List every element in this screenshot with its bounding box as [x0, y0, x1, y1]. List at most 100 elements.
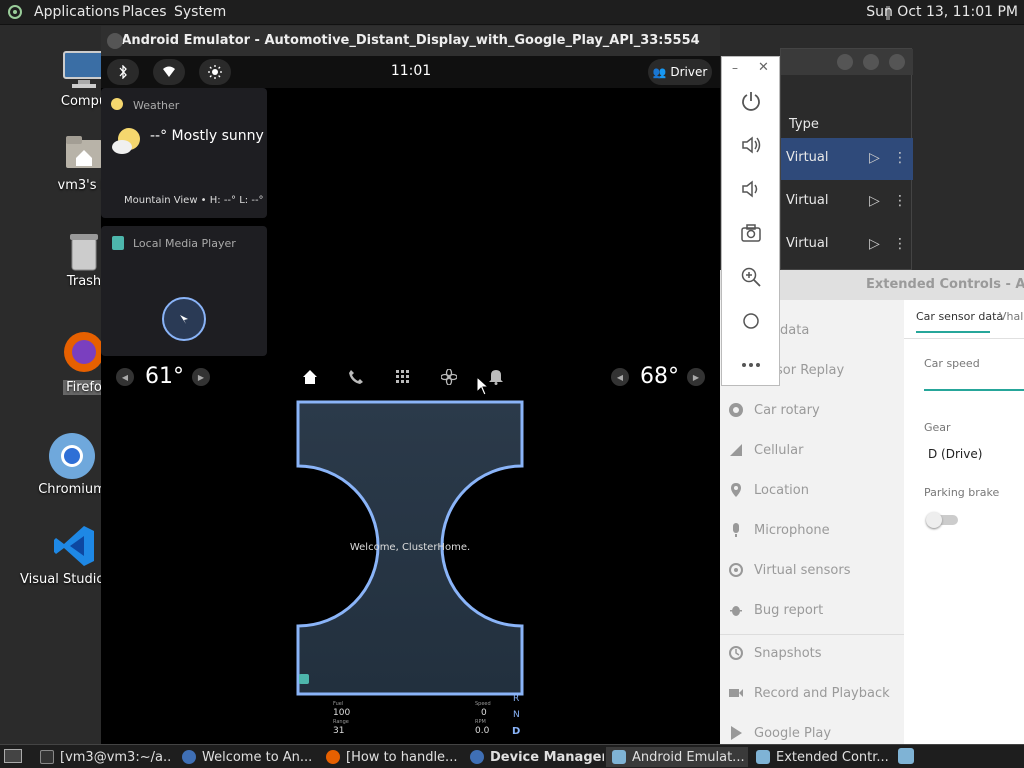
car-speed-slider[interactable]	[924, 389, 1024, 391]
nav-item-car-rotary[interactable]: Car rotary	[728, 400, 820, 420]
play-icon	[728, 725, 744, 741]
car-data-panel: Car sensor data Vhal p Car speed Gear D …	[904, 300, 1024, 744]
emulator-titlebar[interactable]: Android Emulator - Automotive_Distant_Di…	[101, 26, 720, 56]
right-temp-up-button[interactable]: ▶	[687, 368, 705, 386]
firefox-icon	[326, 750, 340, 764]
close-icon[interactable]: ✕	[758, 60, 769, 75]
right-temp-down-button[interactable]: ◀	[611, 368, 629, 386]
status-bar-time: 11:01	[390, 63, 432, 79]
emulator-icon	[612, 750, 626, 764]
sun-cloud-icon	[111, 126, 143, 160]
android-studio-icon	[182, 750, 196, 764]
app-grid-icon[interactable]	[395, 369, 411, 389]
driver-profile-button[interactable]: 👥 Driver	[648, 59, 712, 85]
device-type: Virtual	[786, 193, 829, 208]
panel-clock[interactable]: Sun Oct 13, 11:01 PM	[866, 4, 1018, 20]
left-temp-up-button[interactable]: ▶	[192, 368, 210, 386]
brightness-icon[interactable]	[199, 59, 231, 85]
more-options-icon[interactable]	[735, 349, 767, 381]
volume-up-icon[interactable]	[735, 129, 767, 161]
task-android-studio-welcome[interactable]: Welcome to An...	[176, 747, 318, 767]
tab-car-sensor-data[interactable]: Car sensor data	[916, 310, 1003, 323]
rotary-icon	[728, 402, 744, 418]
device-row[interactable]: Virtual ▷ ⋮	[781, 181, 913, 223]
gear-select[interactable]: D (Drive)	[928, 447, 982, 461]
gear-letter-n: N	[513, 710, 520, 720]
menu-system[interactable]: System	[174, 4, 226, 20]
launch-icon[interactable]: ▷	[869, 236, 880, 252]
task-device-manager[interactable]: Device Manager	[464, 747, 604, 767]
nav-item-label: Virtual sensors	[754, 562, 851, 578]
nav-item-label: data	[780, 322, 810, 338]
menu-places[interactable]: Places	[122, 4, 167, 20]
nav-item-car-data[interactable]: data	[780, 320, 809, 340]
right-temperature: 68°	[640, 364, 679, 389]
task-label: Device Manager	[490, 749, 604, 765]
window-btn-icon[interactable]	[889, 54, 905, 70]
nav-item-microphone[interactable]: Microphone	[728, 520, 830, 540]
parking-brake-label: Parking brake	[924, 486, 1000, 499]
menu-applications[interactable]: Applications	[34, 4, 120, 20]
nav-item-google-play[interactable]: Google Play	[728, 723, 831, 743]
nav-item-label: Google Play	[754, 725, 832, 741]
media-card[interactable]: Local Media Player	[101, 226, 267, 356]
nav-item-sensor-replay[interactable]: sor Replay	[776, 360, 844, 380]
task-label: Extended Contr...	[776, 749, 889, 765]
nav-item-record-playback[interactable]: Record and Playback	[728, 683, 890, 703]
more-icon[interactable]: ⋮	[893, 193, 907, 209]
terminal-icon	[40, 750, 54, 764]
task-label: Android Emulat...	[632, 749, 745, 765]
device-row[interactable]: Virtual ▷ ⋮	[781, 224, 913, 266]
more-icon[interactable]: ⋮	[893, 150, 907, 166]
show-desktop-icon[interactable]	[4, 749, 22, 763]
cluster-speed-value: 0	[481, 708, 487, 718]
mouse-cursor-icon	[476, 375, 490, 400]
task-android-emulator[interactable]: Android Emulat...	[606, 747, 748, 767]
gear-letter-r: R	[513, 694, 520, 704]
cluster-rpm-value: 0.0	[475, 726, 490, 736]
volume-down-icon[interactable]	[735, 173, 767, 205]
device-row[interactable]: Virtual ▷ ⋮	[781, 138, 913, 180]
phone-icon[interactable]	[348, 369, 364, 389]
parking-brake-toggle[interactable]	[926, 512, 958, 528]
minimize-icon[interactable]: –	[732, 61, 738, 75]
zoom-icon[interactable]	[735, 261, 767, 293]
left-temp-down-button[interactable]: ◀	[116, 368, 134, 386]
weather-card[interactable]: Weather --° Mostly sunny Mountain View •…	[101, 88, 267, 218]
launch-icon[interactable]: ▷	[869, 150, 880, 166]
emulator-icon[interactable]	[898, 748, 914, 764]
power-icon[interactable]	[735, 85, 767, 117]
task-terminal[interactable]: [vm3@vm3:~/a...	[34, 747, 172, 767]
android-screen[interactable]: 11:01 👥 Driver Weather --° Mostly sunny …	[101, 56, 720, 744]
nav-item-bug-report[interactable]: Bug report	[728, 600, 823, 620]
bluetooth-icon[interactable]	[107, 59, 139, 85]
nav-item-snapshots[interactable]: Snapshots	[728, 643, 822, 663]
launch-icon[interactable]: ▷	[869, 193, 880, 209]
notification-bell-icon[interactable]	[488, 368, 504, 389]
gear-letter-d: D	[512, 726, 521, 737]
cursor-arrow-icon	[180, 315, 188, 324]
media-play-button[interactable]	[162, 297, 206, 341]
nav-item-virtual-sensors[interactable]: Virtual sensors	[728, 560, 850, 580]
nav-item-location[interactable]: Location	[728, 480, 809, 500]
nav-item-cellular[interactable]: Cellular	[728, 440, 803, 460]
home-icon[interactable]	[302, 369, 318, 389]
weather-card-title: Weather	[133, 99, 180, 112]
tab-vhal[interactable]: Vhal p	[999, 310, 1024, 323]
column-header-type[interactable]: Type	[789, 117, 819, 132]
window-btn-icon[interactable]	[837, 54, 853, 70]
fan-icon[interactable]	[440, 368, 458, 389]
more-icon[interactable]: ⋮	[893, 236, 907, 252]
gnome-foot-icon[interactable]	[6, 4, 24, 24]
camera-icon[interactable]	[735, 217, 767, 249]
driver-label: Driver	[670, 65, 708, 79]
task-extended-controls[interactable]: Extended Contr...	[750, 747, 892, 767]
task-firefox[interactable]: [How to handle...	[320, 747, 462, 767]
microphone-icon	[728, 522, 744, 538]
window-menu-icon[interactable]	[107, 33, 123, 49]
left-temperature: 61°	[145, 364, 184, 389]
tab-divider	[904, 338, 1024, 339]
home-circle-icon[interactable]	[735, 305, 767, 337]
window-btn-icon[interactable]	[863, 54, 879, 70]
wifi-icon[interactable]	[153, 59, 185, 85]
